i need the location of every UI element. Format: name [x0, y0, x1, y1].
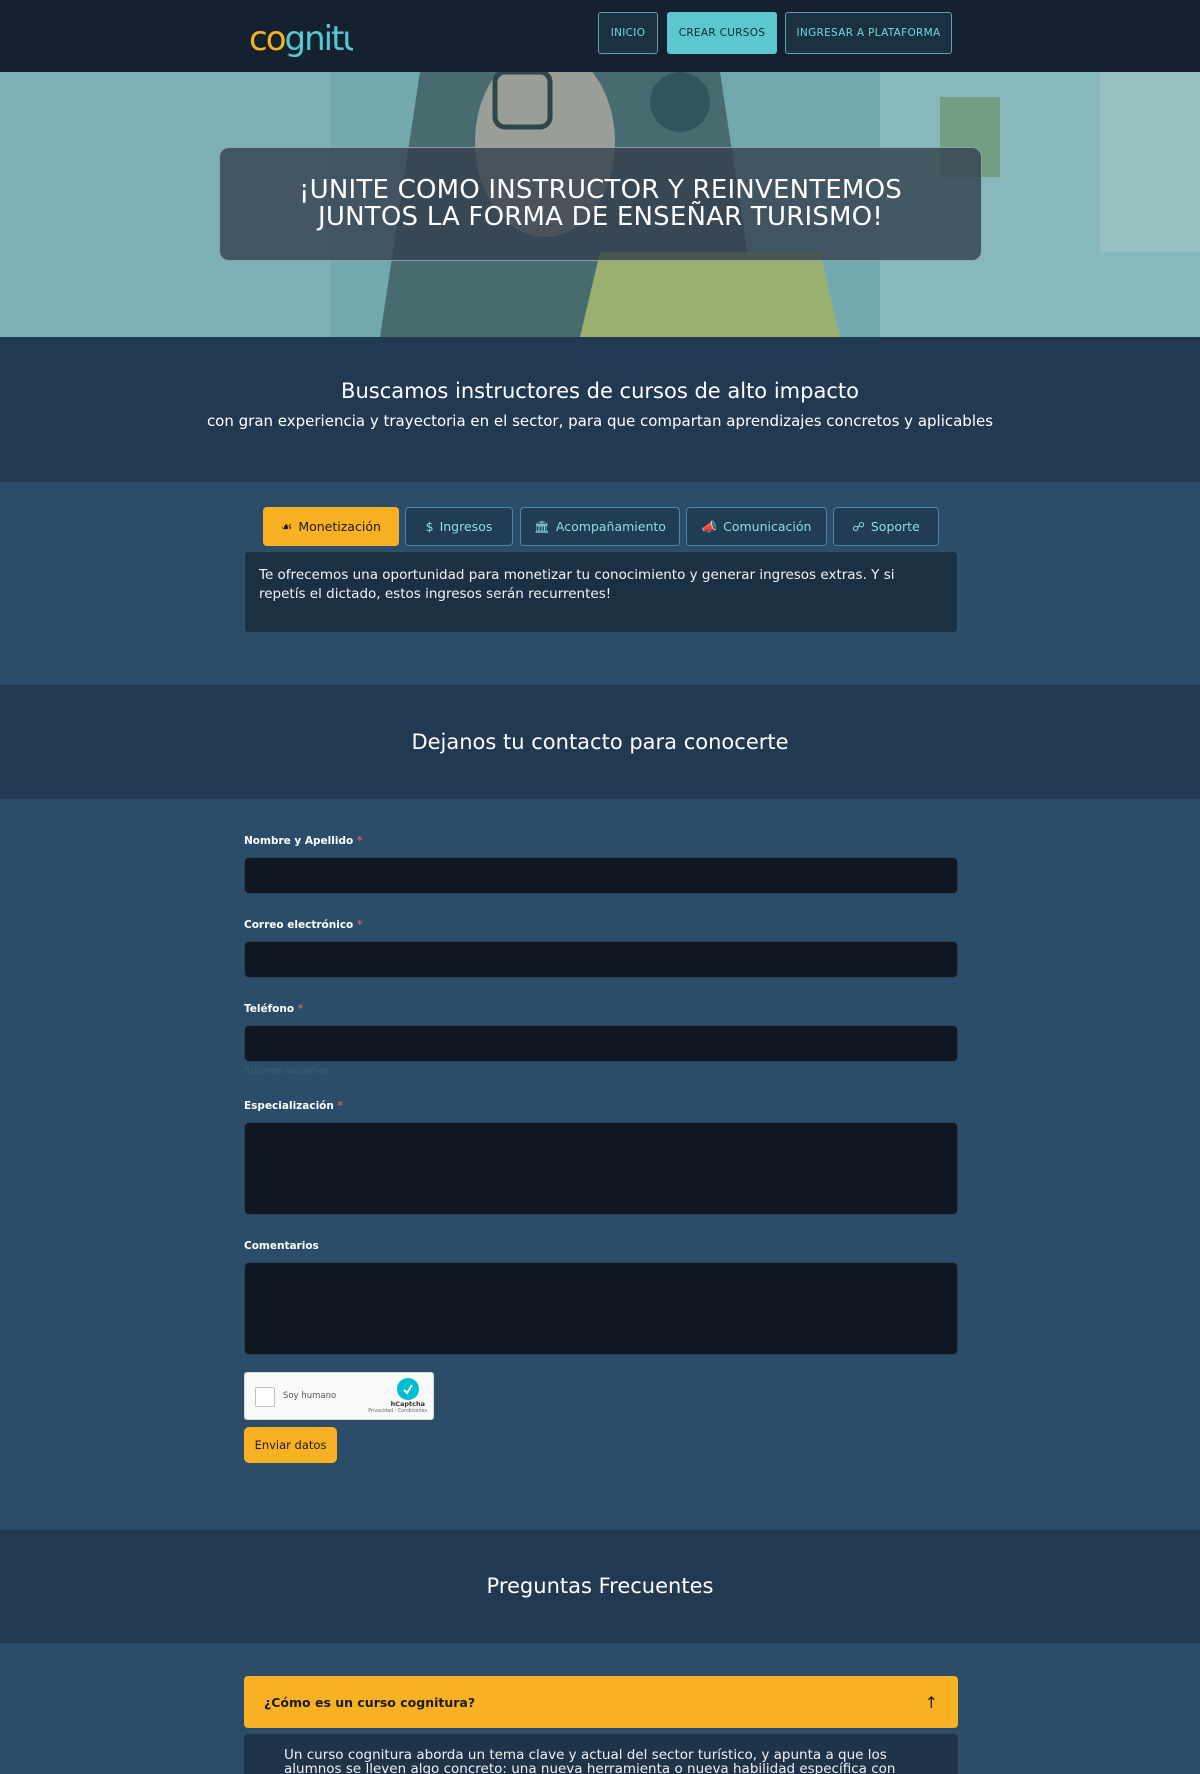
tab-label: Soporte: [870, 519, 920, 534]
phone-field[interactable]: [244, 1025, 958, 1062]
cognitura-logo[interactable]: cognitura: [249, 12, 353, 58]
arrow-up-icon: ↑: [924, 1692, 938, 1712]
tab-label: Monetización: [298, 519, 381, 534]
required-mark: *: [337, 1100, 344, 1112]
tab-panel: Te ofrecemos una oportunidad para moneti…: [244, 551, 958, 633]
svg-text:cognitura: cognitura: [249, 19, 353, 58]
name-label-text: Nombre y Apellido: [244, 835, 354, 847]
dollar-icon: $: [425, 519, 434, 534]
hcaptcha-icon: [397, 1378, 419, 1400]
nav-crear-cursos-button[interactable]: CREAR CURSOS: [667, 12, 777, 54]
contact-title: Dejanos tu contacto para conocerte: [411, 730, 789, 754]
tab-soporte[interactable]: ☍ Soporte: [833, 507, 939, 546]
top-navbar: cognitura INICIO CREAR CURSOS INGRESAR A…: [0, 0, 1200, 72]
faq-section-header: Preguntas Frecuentes: [0, 1530, 1200, 1643]
phone-label-text: Teléfono: [244, 1003, 295, 1015]
contact-section-header: Dejanos tu contacto para conocerte: [0, 685, 1200, 799]
intro-subtitle: con gran experiencia y trayectoria en el…: [206, 412, 994, 430]
required-mark: *: [356, 835, 363, 847]
tab-label: Acompañamiento: [555, 519, 666, 534]
faq-answer: Un curso cognitura aborda un tema clave …: [244, 1734, 958, 1774]
phone-hint: Tu número de teléfono: [244, 1066, 329, 1075]
tab-monetizacion[interactable]: ☙ Monetización: [263, 507, 399, 546]
tab-acompanamiento[interactable]: 🏛 Acompañamiento: [520, 507, 680, 546]
hcaptcha-widget: Soy humano hCaptcha Privacidad - Condici…: [244, 1372, 434, 1420]
email-field[interactable]: [244, 941, 958, 978]
email-label-text: Correo electrónico: [244, 919, 354, 931]
coins-icon: ☍: [852, 519, 865, 534]
specialization-label-text: Especialización: [244, 1100, 334, 1112]
captcha-brand: hCaptcha: [390, 1400, 425, 1408]
submit-button[interactable]: Enviar datos: [244, 1427, 337, 1463]
email-label: Correo electrónico *: [244, 919, 362, 931]
tab-label: Ingresos: [439, 519, 493, 534]
tab-label: Comunicación: [723, 519, 812, 534]
intro-title: Buscamos instructores de cursos de alto …: [341, 379, 859, 403]
captcha-checkbox[interactable]: [255, 1387, 275, 1407]
money-bag-icon: ☙: [281, 519, 293, 534]
required-mark: *: [297, 1003, 304, 1015]
hero-banner: ¡UNITE COMO INSTRUCTOR Y REINVENTEMOS JU…: [0, 72, 1200, 337]
megaphone-icon: 📣: [701, 518, 718, 534]
nav-inicio-button[interactable]: INICIO: [598, 12, 658, 54]
faq-question-toggle[interactable]: ¿Cómo es un curso cognitura? ↑: [244, 1676, 958, 1728]
hero-title: ¡UNITE COMO INSTRUCTOR Y REINVENTEMOS JU…: [299, 175, 902, 232]
faq-title: Preguntas Frecuentes: [486, 1574, 714, 1598]
captcha-label: Soy humano: [283, 1391, 337, 1401]
comments-label: Comentarios: [244, 1240, 319, 1252]
nav-ingresar-plataforma-button[interactable]: INGRESAR A PLATAFORMA: [785, 12, 952, 54]
faq-question-text: ¿Cómo es un curso cognitura?: [264, 1694, 476, 1710]
phone-label: Teléfono *: [244, 1003, 303, 1015]
name-field[interactable]: [244, 857, 958, 894]
captcha-links[interactable]: Privacidad - Condiciones: [368, 1409, 427, 1414]
tab-ingresos[interactable]: $ Ingresos: [405, 507, 513, 546]
intro-section: Buscamos instructores de cursos de alto …: [0, 337, 1200, 482]
specialization-textarea[interactable]: [244, 1122, 958, 1215]
required-mark: *: [356, 919, 363, 931]
tab-comunicacion[interactable]: 📣 Comunicación: [686, 507, 827, 546]
name-label: Nombre y Apellido *: [244, 835, 362, 847]
comments-textarea[interactable]: [244, 1262, 958, 1355]
hero-title-box: ¡UNITE COMO INSTRUCTOR Y REINVENTEMOS JU…: [219, 147, 982, 261]
bank-icon: 🏛: [534, 518, 550, 534]
specialization-label: Especialización *: [244, 1100, 343, 1112]
